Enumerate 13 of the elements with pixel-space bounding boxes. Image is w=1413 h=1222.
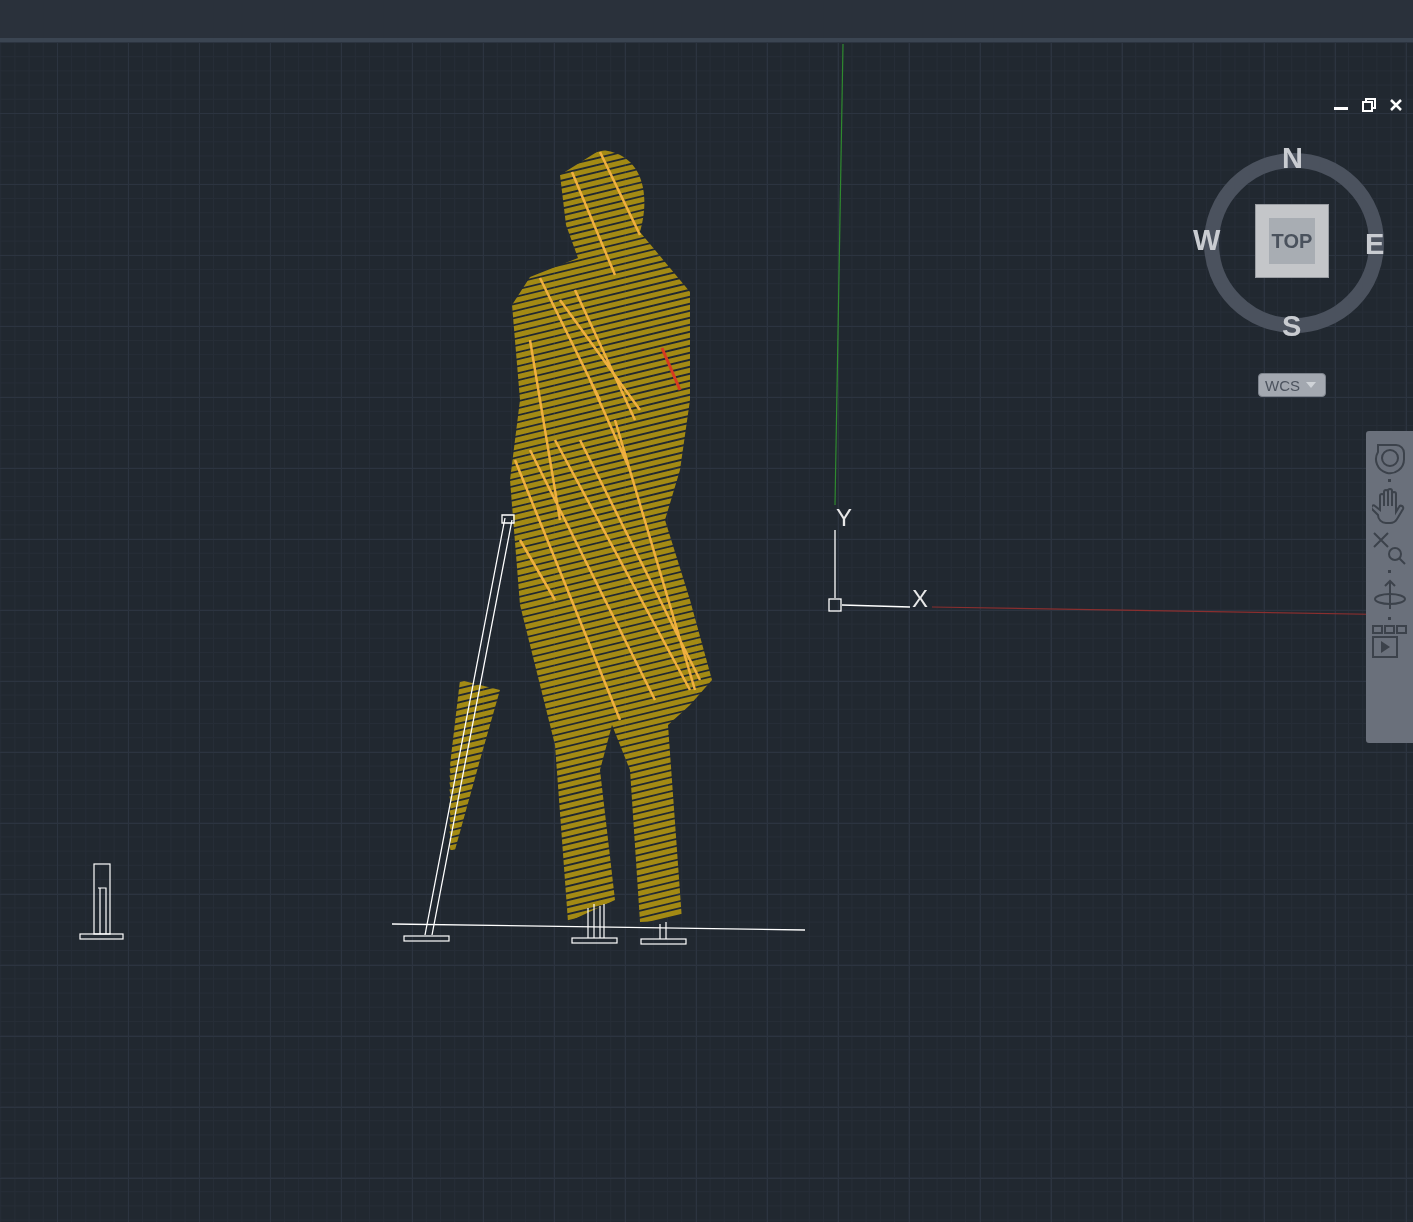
ucs-y-label: Y (836, 504, 852, 531)
ucs-x-label: X (912, 585, 928, 612)
compass-north-label[interactable]: N (1282, 144, 1303, 173)
close-icon[interactable] (1389, 98, 1403, 112)
compass-west-label[interactable]: W (1193, 226, 1221, 255)
coordinate-system-dropdown[interactable]: WCS (1258, 373, 1326, 397)
compass-south-label[interactable]: S (1282, 312, 1302, 341)
viewcube-face[interactable]: TOP (1255, 204, 1329, 278)
ucs-icon (828, 529, 911, 612)
drawing-canvas[interactable]: Y X N E S W TOP WCS (0, 42, 1413, 1222)
restore-icon[interactable] (1361, 98, 1377, 112)
compass-east-label[interactable]: E (1365, 230, 1385, 259)
caret-icon (1306, 382, 1316, 388)
